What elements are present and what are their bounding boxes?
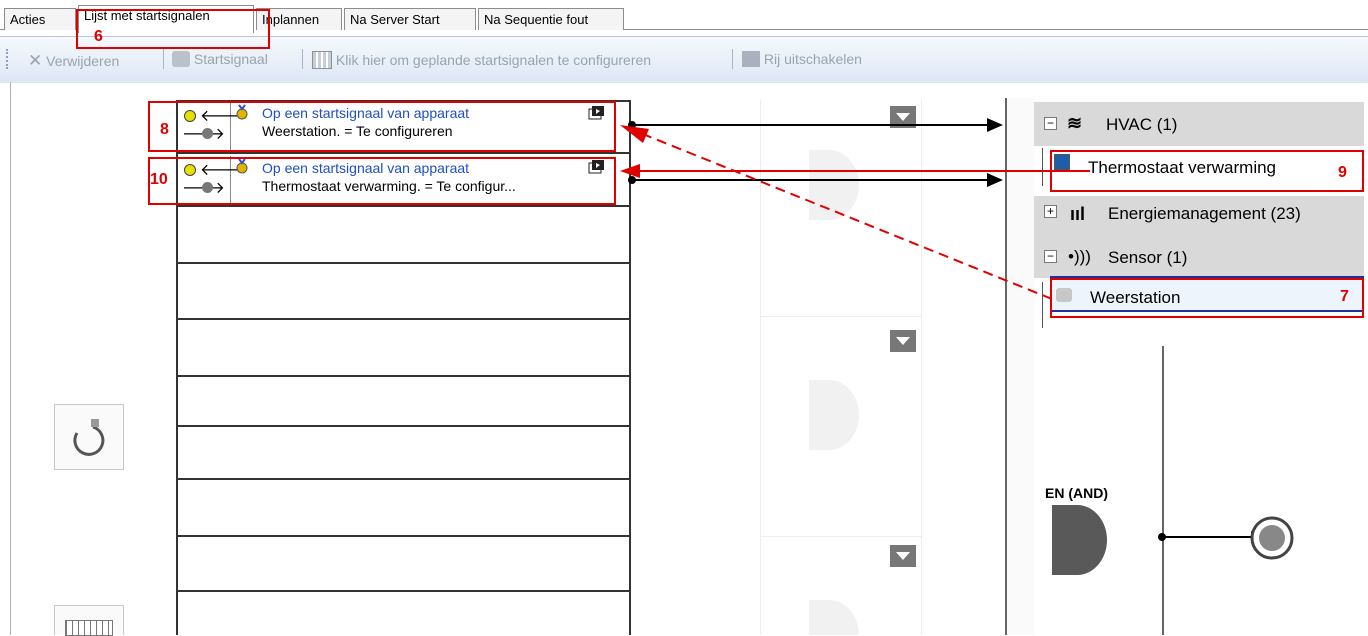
configure-schedule-label: Klik hier om geplande startsignalen te c… xyxy=(335,52,652,68)
calendar-tool-icon xyxy=(65,620,113,636)
refresh-button[interactable] xyxy=(54,404,124,470)
tab-bar-baseline xyxy=(624,29,1368,30)
sensor-icon: •))) xyxy=(1068,247,1091,266)
callout-box-9 xyxy=(1050,150,1364,192)
tab-acties[interactable]: Acties xyxy=(4,8,76,30)
right-panel-gutter xyxy=(1007,98,1034,635)
chevron-down-icon xyxy=(896,337,910,345)
delete-label: Verwijderen xyxy=(46,53,120,69)
table-right-border xyxy=(629,100,631,635)
table-row-divider xyxy=(176,535,631,537)
callout-9: 9 xyxy=(1338,164,1347,181)
disable-row-button[interactable]: Rij uitschakelen xyxy=(742,51,862,67)
gate-faded-icon xyxy=(809,380,859,450)
gate-faded-icon xyxy=(809,150,859,220)
tab-na-server-start[interactable]: Na Server Start xyxy=(344,8,476,30)
toolbar-separator xyxy=(302,49,303,69)
gate-faded-icon xyxy=(809,600,859,635)
callout-box-8 xyxy=(148,101,616,152)
energy-bars-icon: ııl xyxy=(1070,204,1086,224)
toolbar-grip[interactable] xyxy=(6,49,11,69)
refresh-icon xyxy=(73,419,105,456)
and-gate-icon[interactable] xyxy=(1052,505,1112,575)
tree-group-energy[interactable]: + ııl Energiemanagement (23) xyxy=(1034,196,1364,240)
table-row-divider xyxy=(176,375,631,377)
gate-dropdown-button[interactable] xyxy=(890,545,916,567)
tree-group-hvac-label: HVAC (1) xyxy=(1106,115,1178,134)
callout-box-10 xyxy=(148,157,616,205)
callout-box-7 xyxy=(1050,278,1364,318)
calendar-icon xyxy=(312,51,332,69)
end-node-icon[interactable] xyxy=(1244,510,1300,566)
delete-icon: ✕ xyxy=(28,51,43,70)
calendar-tool-button[interactable] xyxy=(54,605,124,636)
collapse-icon[interactable]: − xyxy=(1044,117,1057,130)
table-row-divider xyxy=(176,205,631,207)
callout-7: 7 xyxy=(1340,288,1349,305)
configure-schedule-button[interactable]: Klik hier om geplande startsignalen te c… xyxy=(312,51,651,69)
callout-6: 6 xyxy=(94,28,103,45)
tree-connector xyxy=(1042,148,1043,186)
tab-bar-baseline-left xyxy=(0,29,4,30)
disable-row-label: Rij uitschakelen xyxy=(763,51,862,67)
startsignal-label: Startsignaal xyxy=(193,51,268,67)
table-row-divider xyxy=(176,478,631,480)
callout-box-6 xyxy=(76,9,270,49)
left-border xyxy=(10,82,11,635)
tab-na-sequentie-fout[interactable]: Na Sequentie fout xyxy=(478,8,624,30)
table-row-divider xyxy=(176,152,631,154)
chevron-down-icon xyxy=(896,552,910,560)
tree-group-sensor[interactable]: − •))) Sensor (1) xyxy=(1034,240,1364,278)
callout-10: 10 xyxy=(150,171,168,188)
and-gate-label: EN (AND) xyxy=(1045,485,1108,501)
chevron-down-icon xyxy=(896,113,910,121)
tree-group-sensor-label: Sensor (1) xyxy=(1108,248,1188,267)
toolbar-separator xyxy=(732,49,733,69)
table-row-divider xyxy=(176,590,631,592)
disable-row-icon xyxy=(742,51,760,67)
hvac-icon: ≋ xyxy=(1067,113,1083,133)
output-line xyxy=(1162,340,1164,635)
gate-dropdown-button[interactable] xyxy=(890,330,916,352)
startsignal-button[interactable]: Startsignaal xyxy=(172,51,268,67)
delete-button[interactable]: ✕ Verwijderen xyxy=(28,51,119,71)
table-row-divider xyxy=(176,318,631,320)
table-row-divider xyxy=(176,262,631,264)
callout-8: 8 xyxy=(160,121,169,138)
tree-connector xyxy=(1042,282,1043,328)
gate-dropdown-button[interactable] xyxy=(890,106,916,128)
tree-group-hvac[interactable]: − ≋ HVAC (1) xyxy=(1034,102,1364,146)
expand-icon[interactable]: + xyxy=(1044,205,1057,218)
toolbar-separator xyxy=(163,49,164,69)
collapse-icon[interactable]: − xyxy=(1044,250,1057,263)
table-row-divider xyxy=(176,425,631,427)
startsignal-icon xyxy=(172,51,190,67)
tree-group-energy-label: Energiemanagement (23) xyxy=(1108,204,1301,223)
